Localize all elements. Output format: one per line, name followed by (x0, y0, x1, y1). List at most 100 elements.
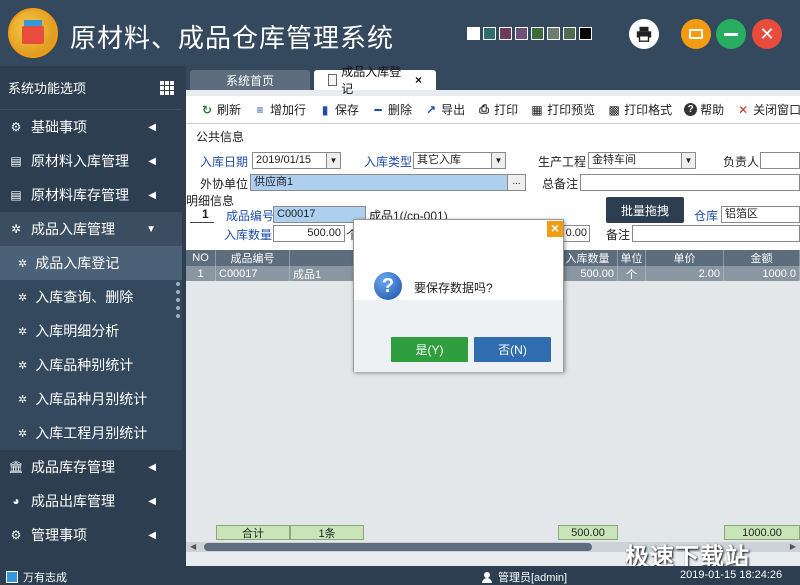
printer-icon: ⎙ (479, 102, 489, 116)
yes-button[interactable]: 是(Y) (391, 337, 468, 362)
warehouse-field[interactable]: 铝箔区 (721, 206, 800, 223)
grid-header-cell[interactable]: 金额 (724, 250, 800, 266)
minimize-button[interactable] (716, 19, 746, 49)
sidebar-subitem-by-workshop-month[interactable]: ✲ 入库工程月别统计 (0, 416, 182, 450)
sidebar-item-product-out[interactable]: ◕ 成品出库管理 ◀ (0, 484, 182, 518)
note-field[interactable] (632, 225, 800, 242)
theme-swatch-2[interactable] (499, 27, 512, 40)
chevron-left-icon: ◀ (148, 121, 156, 133)
theme-swatch-7[interactable] (579, 27, 592, 40)
pie-icon: ◕ (12, 494, 20, 508)
tab-close-icon[interactable]: × (415, 73, 422, 87)
theme-swatch-0[interactable] (467, 27, 480, 40)
tab-product-register[interactable]: 成品入库登记 × (314, 65, 436, 96)
sidebar-item-material-stock[interactable]: ▤ 原材料库存管理 ◀ (0, 178, 182, 212)
sidebar-item-label: 成品出库管理 (31, 493, 115, 509)
partner-field[interactable]: 供应商1... (250, 174, 526, 191)
gear-icon: ✲ (18, 393, 28, 406)
sidebar-subitem-detail[interactable]: ✲ 入库明细分析 (0, 314, 182, 348)
app-title: 原材料、成品仓库管理系统 (70, 23, 395, 53)
close-button[interactable]: ✕ (752, 19, 782, 49)
grid-header-cell[interactable]: 单位 (618, 250, 646, 266)
theme-swatch-3[interactable] (515, 27, 528, 40)
sidebar-item-product-in[interactable]: ✲ 成品入库管理 ▼ (0, 212, 182, 246)
refresh-button[interactable]: ↻ 刷新 (200, 101, 241, 118)
print-preview-button[interactable]: ▦ 打印预览 (530, 101, 595, 118)
tab-home[interactable]: 系统首页 (190, 70, 310, 90)
export-button[interactable]: ↗ 导出 (424, 101, 465, 118)
grid-header-cell[interactable]: NO (186, 250, 216, 266)
theme-swatch-5[interactable] (547, 27, 560, 40)
help-button[interactable]: ? 帮助 (684, 101, 724, 118)
status-time: 2019-01-15 18:24:26 (680, 569, 783, 581)
sidebar-item-basic[interactable]: ⚙ 基础事项 ◀ (0, 110, 182, 144)
print-format-button[interactable]: ▩ 打印格式 (607, 101, 672, 118)
status-user: 管理员[admin] (482, 569, 567, 585)
type-select[interactable]: 其它入库 ▼ (413, 152, 506, 169)
row-number-underline (190, 222, 214, 223)
sidebar-item-material-in[interactable]: ▤ 原材料入库管理 ◀ (0, 144, 182, 178)
workshop-label: 生产工程 (538, 155, 587, 169)
dialog-close-icon[interactable]: × (547, 221, 563, 237)
date-field[interactable]: 2019/01/15 ▼ (252, 152, 341, 169)
grid-header-cell[interactable]: 单价 (646, 250, 724, 266)
title-bar: 原材料、成品仓库管理系统 ✕ (0, 0, 800, 66)
delete-button[interactable]: ━ 删除 (371, 101, 412, 118)
sidebar-item-label: 管理事项 (31, 527, 87, 543)
gear-icon: ✲ (18, 325, 28, 338)
chevron-left-icon: ◀ (148, 461, 156, 473)
gear-icon: ✲ (18, 257, 28, 270)
no-button[interactable]: 否(N) (474, 337, 551, 362)
switch-user-button[interactable] (681, 19, 711, 49)
amount-field[interactable]: 0.00 (560, 225, 590, 242)
sidebar-item-product-stock[interactable]: 🏛 成品库存管理 ◀ (0, 450, 182, 484)
theme-swatch-4[interactable] (531, 27, 544, 40)
browse-button[interactable]: ... (507, 175, 525, 190)
format-icon: ▩ (608, 102, 620, 117)
question-icon: ? (374, 272, 402, 300)
sidebar: 系统功能选项 ⚙ 基础事项 ◀ ▤ 原材料入库管理 ◀ ▤ 原材料库存管理 ◀ … (0, 66, 182, 566)
sidebar-subitem-register[interactable]: ✲ 成品入库登记 (0, 246, 182, 280)
workshop-select[interactable]: 金特车间 ▼ (588, 152, 696, 169)
add-row-button[interactable]: ≡ 增加行 (253, 101, 307, 118)
note-label: 备注 (606, 228, 631, 242)
print-button[interactable] (629, 19, 659, 49)
grid-header-cell[interactable]: 入库数量 (558, 250, 618, 266)
qty-field[interactable]: 500.00 (273, 225, 345, 242)
theme-swatch-1[interactable] (483, 27, 496, 40)
close-icon: ✕ (738, 102, 749, 117)
status-company: 万有志成 (6, 569, 67, 585)
sidebar-subitem-by-product[interactable]: ✲ 入库品种别统计 (0, 348, 182, 382)
remark-field[interactable] (580, 174, 800, 191)
grid-cell: 个 (618, 266, 646, 281)
sidebar-subitem-label: 入库品种月别统计 (35, 391, 148, 407)
sidebar-subitem-by-product-month[interactable]: ✲ 入库品种月别统计 (0, 382, 182, 416)
sidebar-subitem-query[interactable]: ✲ 入库查询、删除 (0, 280, 182, 314)
theme-swatches (467, 27, 592, 40)
delete-icon: ━ (374, 102, 382, 117)
code-label: 成品编号 (226, 209, 275, 223)
grid-header-cell[interactable]: 成品编号 (216, 250, 290, 266)
batch-drag-button[interactable]: 批量拖拽 (606, 197, 684, 223)
bank-icon: 🏛 (8, 460, 24, 474)
close-window-button[interactable]: ✕ 关闭窗口 (736, 101, 800, 118)
save-icon: ▮ (321, 102, 329, 117)
grid-cell: 1 (186, 266, 216, 281)
grid-menu-icon[interactable] (160, 80, 174, 95)
gear-icon: ✲ (10, 222, 22, 236)
close-icon: ✕ (759, 23, 775, 44)
scrollbar-thumb[interactable] (204, 543, 592, 551)
grid-cell: 1000.0 (724, 266, 800, 281)
scroll-left-icon[interactable]: ◀ (190, 542, 196, 551)
owner-field[interactable] (760, 152, 800, 169)
chevron-down-icon: ▼ (146, 223, 156, 235)
sidebar-subitem-label: 入库查询、删除 (35, 289, 134, 305)
save-button[interactable]: ▮ 保存 (318, 101, 359, 118)
toolbar: ↻ 刷新 ≡ 增加行 ▮ 保存 ━ 删除 ↗ 导出 ⎙ 打印 ▦ 打印预览 ▩ 打印格式 ? 帮助… (186, 96, 800, 124)
sidebar-item-management[interactable]: ⚙ 管理事项 ◀ (0, 518, 182, 552)
sidebar-subitem-label: 成品入库登记 (35, 255, 120, 271)
sidebar-resize-handle[interactable] (176, 282, 182, 318)
print-toolbar-button[interactable]: ⎙ 打印 (477, 101, 518, 118)
theme-swatch-6[interactable] (563, 27, 576, 40)
scroll-right-icon[interactable]: ▶ (790, 542, 796, 551)
